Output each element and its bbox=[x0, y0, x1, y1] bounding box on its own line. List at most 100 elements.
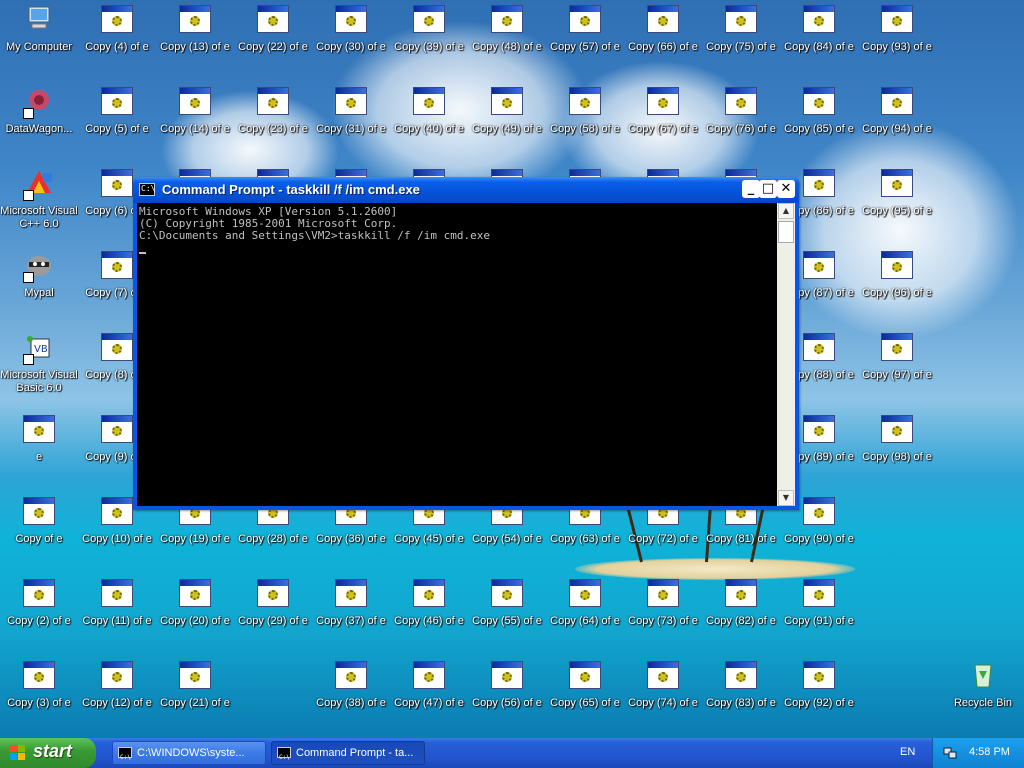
copy-of-e-item-icon bbox=[803, 497, 835, 525]
copy-of-e-item[interactable]: Copy (31) of e bbox=[312, 84, 390, 154]
copy-of-e-item-icon bbox=[413, 5, 445, 33]
copy-of-e-item[interactable]: Copy (2) of e bbox=[0, 576, 78, 646]
copy-of-e-item-icon bbox=[101, 497, 133, 525]
desktop-icon-label: Copy (98) of e bbox=[862, 451, 932, 463]
datawagon-icon bbox=[23, 87, 55, 115]
copy-of-e-item[interactable]: Copy (46) of e bbox=[390, 576, 468, 646]
cmd-window-icon[interactable]: C:\ bbox=[139, 183, 155, 196]
desktop-icon-label: Copy (20) of e bbox=[160, 615, 230, 627]
svg-text:VB: VB bbox=[34, 344, 48, 355]
scroll-down-button[interactable]: ▼ bbox=[778, 490, 794, 506]
visual-basic-shortcut[interactable]: VB Microsoft Visual Basic 6.0 bbox=[0, 330, 78, 400]
scroll-up-button[interactable]: ▲ bbox=[778, 203, 794, 219]
recycle-bin-item[interactable]: Recycle Bin bbox=[944, 658, 1022, 728]
copy-of-e-item[interactable]: Copy (48) of e bbox=[468, 2, 546, 72]
copy-of-e-item[interactable]: Copy (92) of e bbox=[780, 658, 858, 728]
mypal-shortcut[interactable]: Mypal bbox=[0, 248, 78, 318]
copy-of-e-item[interactable]: Copy (37) of e bbox=[312, 576, 390, 646]
copy-of-e-item[interactable]: Copy (73) of e bbox=[624, 576, 702, 646]
vertical-scrollbar[interactable]: ▲ ▼ bbox=[777, 203, 795, 506]
language-indicator[interactable]: EN bbox=[900, 746, 915, 758]
e-program-item[interactable]: e bbox=[0, 412, 78, 482]
copy-of-e-item[interactable]: Copy (4) of e bbox=[78, 2, 156, 72]
copy-of-e-item[interactable]: Copy (23) of e bbox=[234, 84, 312, 154]
copy-of-e-item-icon bbox=[803, 333, 835, 361]
copy-of-e-item[interactable]: Copy (84) of e bbox=[780, 2, 858, 72]
copy-of-e-item[interactable]: Copy (12) of e bbox=[78, 658, 156, 728]
copy-of-e-item-icon bbox=[569, 87, 601, 115]
desktop-icon-label: Copy (54) of e bbox=[472, 533, 542, 545]
copy-of-e-item[interactable]: Copy (82) of e bbox=[702, 576, 780, 646]
copy-of-e-item[interactable]: Copy (64) of e bbox=[546, 576, 624, 646]
taskbar-button-command-prompt[interactable]: C:\ Command Prompt - ta... bbox=[271, 741, 425, 765]
window-titlebar[interactable]: C:\ Command Prompt - taskkill /f /im cmd… bbox=[133, 177, 799, 203]
copy-of-e-item[interactable]: Copy (98) of e bbox=[858, 412, 936, 482]
copy-of-e-item[interactable]: Copy (29) of e bbox=[234, 576, 312, 646]
copy-of-e-item[interactable]: Copy (38) of e bbox=[312, 658, 390, 728]
desktop-icon-label: Copy (93) of e bbox=[862, 41, 932, 53]
minimize-button[interactable]: _ bbox=[742, 180, 760, 198]
copy-of-e-item[interactable]: Copy (58) of e bbox=[546, 84, 624, 154]
copy-of-e-item[interactable]: Copy (91) of e bbox=[780, 576, 858, 646]
desktop-icon-label: Copy (85) of e bbox=[784, 123, 854, 135]
network-icon[interactable] bbox=[943, 746, 957, 760]
copy-of-e-item[interactable]: Copy (85) of e bbox=[780, 84, 858, 154]
copy-of-e-item[interactable]: Copy (56) of e bbox=[468, 658, 546, 728]
copy-of-e-item[interactable]: Copy (67) of e bbox=[624, 84, 702, 154]
desktop-icon-label: Copy (45) of e bbox=[394, 533, 464, 545]
copy-of-e-item-icon bbox=[881, 87, 913, 115]
maximize-button[interactable]: □ bbox=[759, 180, 777, 198]
copy-of-e-item[interactable]: Copy (13) of e bbox=[156, 2, 234, 72]
copy-of-e-item[interactable]: Copy (30) of e bbox=[312, 2, 390, 72]
datawagon-shortcut[interactable]: DataWagon... bbox=[0, 84, 78, 154]
copy-of-e-item[interactable]: Copy (14) of e bbox=[156, 84, 234, 154]
copy-of-e-item[interactable]: Copy (22) of e bbox=[234, 2, 312, 72]
desktop-icon-label: Copy (3) of e bbox=[7, 697, 71, 709]
clock[interactable]: 4:58 PM bbox=[969, 746, 1010, 758]
copy-of-e-item[interactable]: Copy (93) of e bbox=[858, 2, 936, 72]
copy-of-e-item[interactable]: Copy (75) of e bbox=[702, 2, 780, 72]
start-button[interactable]: start bbox=[0, 738, 96, 768]
desktop-icon-label: Copy (91) of e bbox=[784, 615, 854, 627]
copy-of-e-item[interactable]: Copy (3) of e bbox=[0, 658, 78, 728]
copy-of-e-item[interactable]: Copy (39) of e bbox=[390, 2, 468, 72]
copy-of-e-item[interactable]: Copy (47) of e bbox=[390, 658, 468, 728]
desktop-icon-label: Copy (46) of e bbox=[394, 615, 464, 627]
copy-of-e-item[interactable]: Copy (83) of e bbox=[702, 658, 780, 728]
copy-of-e-item[interactable]: Copy (74) of e bbox=[624, 658, 702, 728]
copy-of-e-item[interactable]: Copy (20) of e bbox=[156, 576, 234, 646]
desktop-icon-label: Microsoft Visual Basic 6.0 bbox=[0, 369, 78, 394]
scroll-thumb[interactable] bbox=[778, 221, 794, 243]
copy-of-e-item[interactable]: Copy (11) of e bbox=[78, 576, 156, 646]
copy-of-e-item[interactable]: Copy (66) of e bbox=[624, 2, 702, 72]
desktop-icon-label: Copy (92) of e bbox=[784, 697, 854, 709]
e-program-item-icon bbox=[23, 415, 55, 443]
copy-of-e-item[interactable]: Copy (57) of e bbox=[546, 2, 624, 72]
copy-of-e-item-icon bbox=[647, 87, 679, 115]
copy-of-e-item-icon bbox=[803, 169, 835, 197]
copy-of-e-item[interactable]: Copy (40) of e bbox=[390, 84, 468, 154]
copy-of-e-item[interactable]: Copy (76) of e bbox=[702, 84, 780, 154]
copy-of-e-item-icon bbox=[257, 87, 289, 115]
copy-of-e-item[interactable]: Copy (49) of e bbox=[468, 84, 546, 154]
desktop-icon-label: Copy (49) of e bbox=[472, 123, 542, 135]
visual-cpp-shortcut[interactable]: Microsoft Visual C++ 6.0 bbox=[0, 166, 78, 236]
copy-of-e-item[interactable]: Copy (5) of e bbox=[78, 84, 156, 154]
console-cursor-line bbox=[139, 242, 775, 254]
my-computer-item[interactable]: My Computer bbox=[0, 2, 78, 72]
console-output[interactable]: Microsoft Windows XP [Version 5.1.2600](… bbox=[137, 203, 777, 506]
desktop-icon-label: Copy (36) of e bbox=[316, 533, 386, 545]
recycle-bin-item-icon bbox=[967, 661, 999, 689]
copy-of-e-item[interactable]: Copy (65) of e bbox=[546, 658, 624, 728]
close-button[interactable]: ✕ bbox=[777, 180, 795, 198]
copy-of-e-item[interactable]: Copy (21) of e bbox=[156, 658, 234, 728]
copy-of-e-item[interactable]: Copy (94) of e bbox=[858, 84, 936, 154]
command-prompt-window[interactable]: C:\ Command Prompt - taskkill /f /im cmd… bbox=[133, 177, 799, 510]
windows-logo-icon bbox=[10, 745, 26, 761]
copy-of-e-item[interactable]: Copy (55) of e bbox=[468, 576, 546, 646]
copy-of-e-item[interactable]: Copy (96) of e bbox=[858, 248, 936, 318]
copy-of-e-item[interactable]: Copy (97) of e bbox=[858, 330, 936, 400]
copy-of-e-item[interactable]: Copy (95) of e bbox=[858, 166, 936, 236]
copy-of-e-item[interactable]: Copy of e bbox=[0, 494, 78, 564]
taskbar-button-windows-system[interactable]: C:\ C:\WINDOWS\syste... bbox=[112, 741, 266, 765]
